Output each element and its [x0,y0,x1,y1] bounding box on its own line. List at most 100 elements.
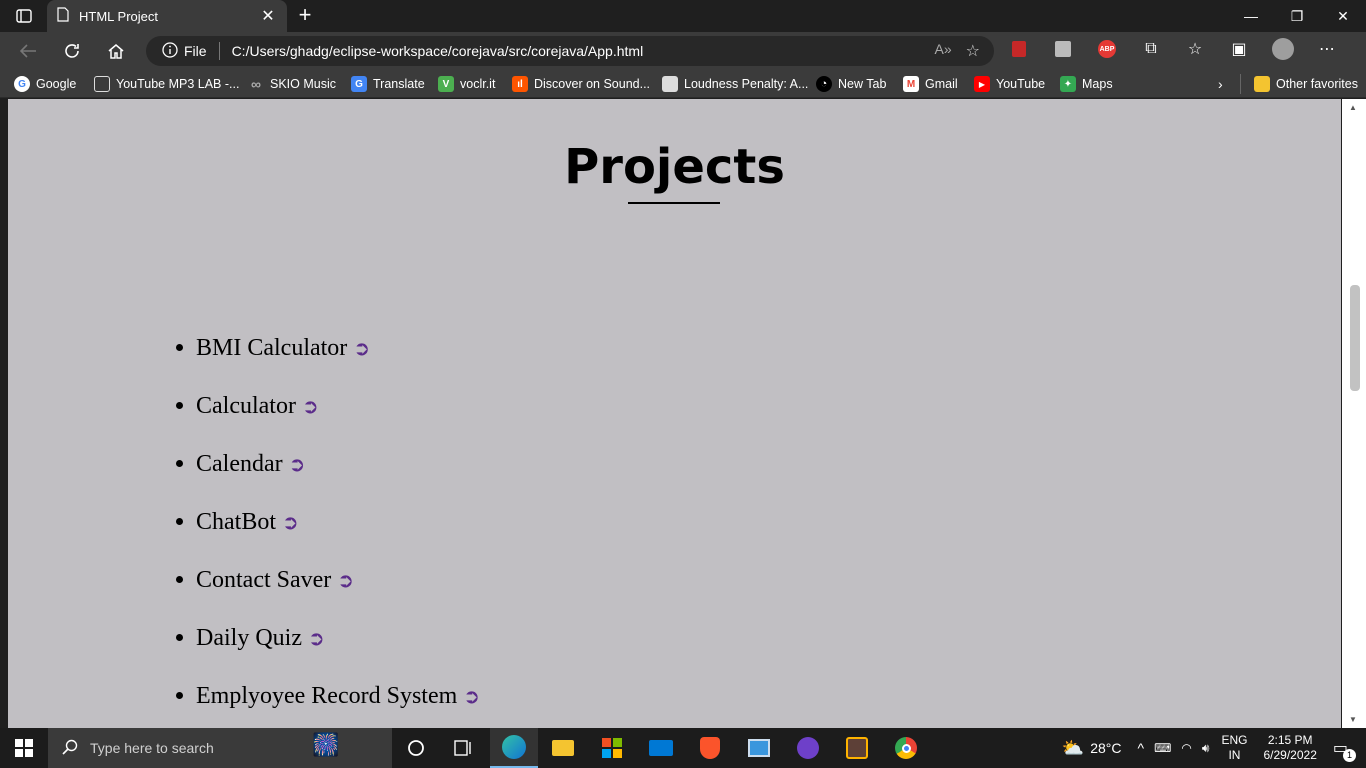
project-item-bmi-calculator: BMI Calculator ➲ [175,319,480,377]
minimize-button[interactable]: — [1228,0,1274,32]
bookmark-loudness-penalty[interactable]: Loudness Penalty: A... [662,76,808,92]
new-tab-button[interactable]: + [292,4,318,28]
voclr-icon: V [438,76,454,92]
game-app-icon[interactable] [833,728,881,768]
bookmark-youtube[interactable]: ▶ YouTube [974,76,1045,92]
scroll-thumb[interactable] [1350,285,1360,391]
open-arrow-icon[interactable]: ➲ [308,626,325,650]
folder-icon [1254,76,1270,92]
favorites-icon[interactable]: ☆ [1184,38,1206,60]
page-scrollbar[interactable]: ▲ ▼ [1342,99,1366,728]
open-arrow-icon[interactable]: ➲ [302,394,319,418]
refresh-button[interactable] [58,38,86,64]
bookmark-youtube-mp3[interactable]: YouTube MP3 LAB -... [94,76,239,92]
open-arrow-icon[interactable]: ➲ [282,510,299,534]
windows-logo-icon [15,739,33,757]
search-icon [62,739,78,758]
project-item-employee-record-system: Emplyoyee Record System ➲ [175,667,480,725]
home-button[interactable] [102,38,130,64]
read-aloud-icon[interactable]: A» [935,41,952,61]
more-menu-icon[interactable]: ⋯ [1316,38,1338,60]
browser-toolbar: File C:/Users/ghadg/eclipse-workspace/co… [0,32,1366,70]
new-tab-icon: ◔ [816,76,832,92]
url-text[interactable]: C:/Users/ghadg/eclipse-workspace/corejav… [232,43,644,59]
extensions-puzzle-icon[interactable]: ⧉ [1140,38,1162,60]
tab-actions-icon[interactable] [8,6,40,26]
bookmark-translate[interactable]: G Translate [351,76,425,92]
bookmark-skio-music[interactable]: ∞ SKIO Music [248,76,336,92]
add-favorite-icon[interactable]: ☆ [966,41,980,61]
address-separator [218,42,220,60]
tab-title: HTML Project [79,8,158,24]
google-icon: G [14,76,30,92]
page-title: Projects [564,139,785,195]
wifi-icon[interactable]: ◠ [1181,741,1191,755]
gmail-icon: M [903,76,919,92]
project-item-chatbot: ChatBot ➲ [175,493,480,551]
loudness-icon [662,76,678,92]
bookmark-voclr[interactable]: Vvoclr.it [438,76,495,92]
address-scheme-label: File [184,43,207,59]
brave-browser-icon[interactable] [686,728,734,768]
restore-button[interactable]: ❐ [1274,0,1320,32]
bookmark-other-favorites[interactable]: Other favorites [1254,76,1358,92]
back-button[interactable] [14,38,42,64]
scroll-up-arrow-icon[interactable]: ▲ [1349,103,1357,112]
bookmark-new-tab[interactable]: ◔ New Tab [816,76,886,92]
bookmark-gmail[interactable]: M Gmail [903,76,958,92]
browser-tab[interactable]: HTML Project ✕ [47,0,287,32]
translate-icon: G [351,76,367,92]
store-icon[interactable] [588,728,636,768]
maps-icon: ✦ [1060,76,1076,92]
bookmarks-overflow-chevron-icon[interactable]: › [1218,76,1223,92]
windows-taskbar: Type here to search 🎆 ⛅ 28°C ^ ⌨ ◠ 🔊︎ EN… [0,728,1366,768]
extension-red-icon[interactable] [1008,38,1030,60]
fireworks-flag-icon: 🎆 [312,732,340,757]
bookmarks-bar: G Google YouTube MP3 LAB -... ∞ SKIO Music… [0,70,1366,98]
bookmark-google[interactable]: G Google [14,76,76,92]
project-list: BMI Calculator ➲ Calculator ➲ Calendar ➲ Ch… [175,319,480,725]
soundcloud-icon: ıl [512,76,528,92]
window-controls: — ❐ ✕ [1228,0,1366,32]
adblock-icon[interactable]: ABP [1096,38,1118,60]
collections-icon[interactable]: ▣ [1228,38,1250,60]
open-arrow-icon[interactable]: ➲ [463,684,480,708]
taskbar-search[interactable]: Type here to search 🎆 [48,728,392,768]
mail-icon[interactable] [637,728,685,768]
file-explorer-icon[interactable] [539,728,587,768]
ime-icon[interactable]: ⌨ [1154,741,1171,755]
tray-overflow-chevron-icon[interactable]: ^ [1138,740,1145,756]
project-item-daily-quiz: Daily Quiz ➲ [175,609,480,667]
title-bar: HTML Project ✕ + — ❐ ✕ [0,0,1366,32]
close-window-button[interactable]: ✕ [1320,0,1366,32]
clock[interactable]: 2:15 PM 6/29/2022 [1263,733,1316,763]
system-tray: ⛅ 28°C ^ ⌨ ◠ 🔊︎ ENG IN 2:15 PM 6/29/2022… [1062,728,1366,768]
search-placeholder: Type here to search [90,740,214,756]
address-bar[interactable]: File C:/Users/ghadg/eclipse-workspace/co… [146,36,994,66]
start-button[interactable] [0,728,48,768]
weather-cloud-icon[interactable]: ⛅ [1062,738,1084,759]
notifications-icon[interactable]: ▭ 1 [1333,738,1356,762]
task-view-icon[interactable] [440,728,488,768]
open-arrow-icon[interactable]: ➲ [353,336,370,360]
github-icon[interactable] [784,728,832,768]
scroll-down-arrow-icon[interactable]: ▼ [1349,715,1357,724]
project-item-contact-saver: Contact Saver ➲ [175,551,480,609]
cortana-icon[interactable] [392,728,440,768]
edge-taskbar-icon[interactable] [490,728,538,768]
page-icon [94,76,110,92]
open-arrow-icon[interactable]: ➲ [337,568,354,592]
language-indicator[interactable]: ENG IN [1221,733,1247,763]
profile-avatar-icon[interactable] [1272,38,1294,60]
bookmark-maps[interactable]: ✦ Maps [1060,76,1113,92]
weather-temp[interactable]: 28°C [1090,740,1121,756]
close-tab-icon[interactable]: ✕ [259,6,277,26]
control-panel-icon[interactable] [735,728,783,768]
page-content: Projects BMI Calculator ➲ Calculator ➲ Cal… [8,99,1341,728]
info-icon[interactable] [162,41,178,61]
bookmark-soundcloud[interactable]: ıl Discover on Sound... [512,76,650,92]
open-arrow-icon[interactable]: ➲ [289,452,306,476]
volume-icon[interactable]: 🔊︎ [1202,741,1210,756]
chrome-icon[interactable] [882,728,930,768]
extension-gray-icon[interactable] [1052,38,1074,60]
